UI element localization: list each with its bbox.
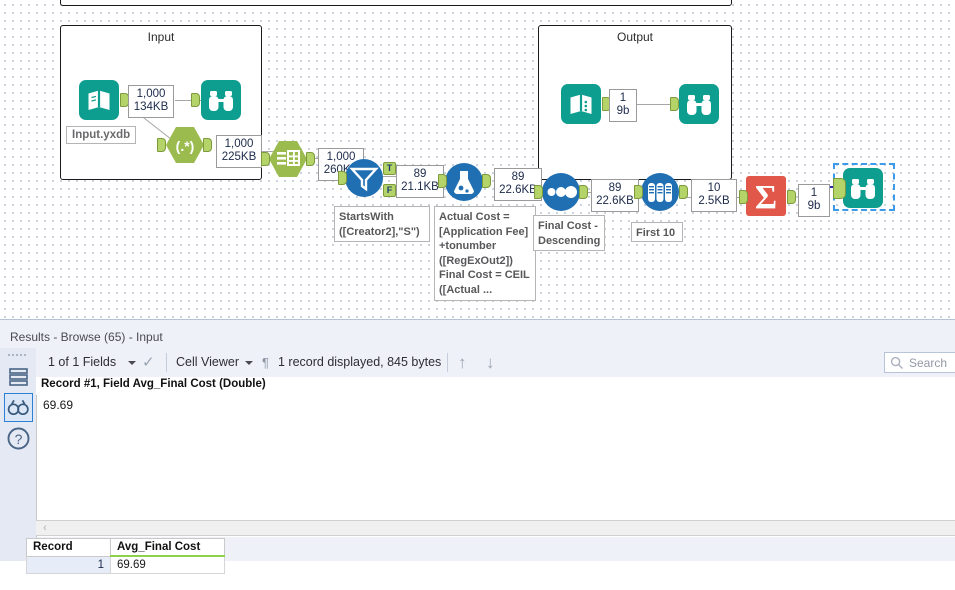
regex-tool[interactable]: (.*) bbox=[165, 126, 205, 164]
svg-text:(.*): (.*) bbox=[176, 138, 195, 154]
workflow-canvas[interactable]: Input Output (.*) Input.yxdb 1,000 134KB… bbox=[0, 0, 955, 318]
previous-record-button[interactable]: ↑ bbox=[458, 348, 467, 377]
fields-selector[interactable]: 1 of 1 Fields bbox=[48, 348, 116, 377]
results-grid[interactable]: Record Avg_Final Cost 1 69.69 bbox=[26, 538, 955, 590]
browse-output-in-anchor[interactable] bbox=[670, 97, 679, 111]
view-caret-icon[interactable] bbox=[245, 361, 253, 365]
pilcrow-icon[interactable]: ¶ bbox=[262, 348, 269, 377]
output-data-tool[interactable] bbox=[560, 83, 602, 125]
rec-sort: 89 22.6KB bbox=[591, 179, 639, 212]
select-in-anchor[interactable] bbox=[261, 152, 270, 166]
filter-false-anchor[interactable]: F bbox=[383, 184, 396, 197]
filter-annotation: StartsWith ([Creator2],"S") bbox=[334, 206, 430, 242]
partial-container-top bbox=[60, 0, 732, 6]
regex-in-anchor[interactable] bbox=[157, 138, 166, 152]
sample-tool[interactable] bbox=[640, 172, 680, 212]
svg-text:?: ? bbox=[15, 431, 23, 447]
alteryx-window: Input Output (.*) Input.yxdb 1,000 134KB… bbox=[0, 0, 955, 574]
cell-viewer-header: Record #1, Field Avg_Final Cost (Double) bbox=[36, 377, 955, 396]
summarize-in-anchor[interactable] bbox=[739, 190, 748, 204]
sort-in-anchor[interactable] bbox=[534, 185, 543, 199]
input-container-title: Input bbox=[147, 30, 175, 44]
cell-record: 1 bbox=[26, 555, 111, 574]
output-container-title: Output bbox=[616, 30, 654, 44]
cell-viewer-hscrollbar[interactable]: ‹ bbox=[36, 520, 955, 536]
table-row[interactable]: 1 69.69 bbox=[26, 555, 225, 574]
formula-in-anchor[interactable] bbox=[438, 174, 447, 188]
cell-viewer-value: 69.69 bbox=[43, 398, 74, 412]
column-header-avg-final-cost[interactable]: Avg_Final Cost bbox=[110, 538, 225, 557]
cell-viewer-header-text: Record #1, Field Avg_Final Cost (Double) bbox=[41, 378, 266, 390]
select-out-anchor[interactable] bbox=[306, 152, 315, 166]
search-icon bbox=[890, 356, 903, 369]
select-tool[interactable] bbox=[268, 140, 308, 178]
rec-input-browse: 1,000 134KB bbox=[128, 85, 174, 118]
results-panel: Results - Browse (65) - Input ? 1 of 1 F… bbox=[0, 318, 955, 574]
view-mode-selector[interactable]: Cell Viewer bbox=[176, 348, 239, 377]
input-data-tool[interactable] bbox=[78, 79, 120, 121]
next-record-button[interactable]: ↓ bbox=[486, 348, 495, 377]
regex-out-anchor[interactable] bbox=[203, 138, 212, 152]
results-title: Results - Browse (65) - Input bbox=[0, 326, 955, 348]
sort-tool[interactable] bbox=[541, 172, 581, 212]
sample-in-anchor[interactable] bbox=[634, 185, 643, 199]
browse-final-tool[interactable] bbox=[842, 167, 884, 209]
results-table: Record Avg_Final Cost 1 69.69 bbox=[26, 538, 225, 574]
browse-final-in-anchor[interactable] bbox=[833, 178, 846, 199]
cell-avg-final-cost: 69.69 bbox=[110, 555, 225, 574]
formula-out-anchor[interactable] bbox=[482, 174, 491, 188]
filter-in-anchor[interactable] bbox=[338, 171, 347, 185]
results-body: ? 1 of 1 Fields ✓ Cell Viewer ¶ 1 record… bbox=[0, 348, 955, 574]
fields-caret-icon[interactable] bbox=[128, 361, 136, 365]
rec-sample: 10 2.5KB bbox=[691, 179, 737, 212]
cell-viewer-body[interactable]: 69.69 bbox=[36, 395, 955, 537]
filter-true-anchor[interactable]: T bbox=[383, 162, 396, 175]
formula-annotation: Actual Cost = [Application Fee] +tonumbe… bbox=[434, 206, 536, 301]
svg-text:Σ: Σ bbox=[755, 179, 777, 216]
scroll-left-arrow[interactable]: ‹ bbox=[39, 522, 51, 535]
search-input[interactable]: Search bbox=[884, 352, 955, 373]
filter-tool[interactable] bbox=[344, 158, 384, 198]
column-header-record[interactable]: Record bbox=[26, 538, 111, 557]
input-file-label: Input.yxdb bbox=[66, 126, 137, 144]
sample-annotation: First 10 bbox=[631, 222, 683, 242]
rail-grip-handle[interactable] bbox=[8, 354, 28, 360]
search-placeholder: Search bbox=[909, 356, 948, 370]
rec-regex: 1,000 225KB bbox=[216, 135, 262, 168]
results-toolbar: 1 of 1 Fields ✓ Cell Viewer ¶ 1 record d… bbox=[36, 348, 955, 377]
summarize-out-anchor[interactable] bbox=[787, 190, 796, 204]
sample-out-anchor[interactable] bbox=[679, 185, 688, 199]
browse-input-tool[interactable] bbox=[200, 79, 242, 121]
toolbar-sep-1 bbox=[166, 353, 167, 372]
summarize-tool[interactable]: Σ bbox=[744, 174, 788, 218]
sort-out-anchor[interactable] bbox=[579, 185, 588, 199]
rec-filter-true: 89 21.1KB bbox=[396, 165, 444, 198]
apply-check-icon[interactable]: ✓ bbox=[142, 348, 155, 377]
rec-output: 1 9b bbox=[609, 89, 637, 122]
toolbar-sep-2 bbox=[447, 353, 448, 372]
record-status-label: 1 record displayed, 845 bytes bbox=[278, 355, 442, 369]
sort-annotation: Final Cost - Descending bbox=[533, 215, 605, 251]
rail-item-table[interactable] bbox=[4, 362, 33, 391]
browse-input-in-anchor[interactable] bbox=[191, 93, 200, 107]
results-rail: ? bbox=[0, 348, 37, 561]
rec-summarize: 1 9b bbox=[798, 184, 830, 217]
rail-item-browse[interactable] bbox=[4, 393, 33, 422]
rail-item-help[interactable]: ? bbox=[4, 424, 33, 453]
browse-output-tool[interactable] bbox=[678, 83, 720, 125]
table-header-row: Record Avg_Final Cost bbox=[26, 538, 225, 557]
formula-tool[interactable] bbox=[444, 162, 484, 202]
